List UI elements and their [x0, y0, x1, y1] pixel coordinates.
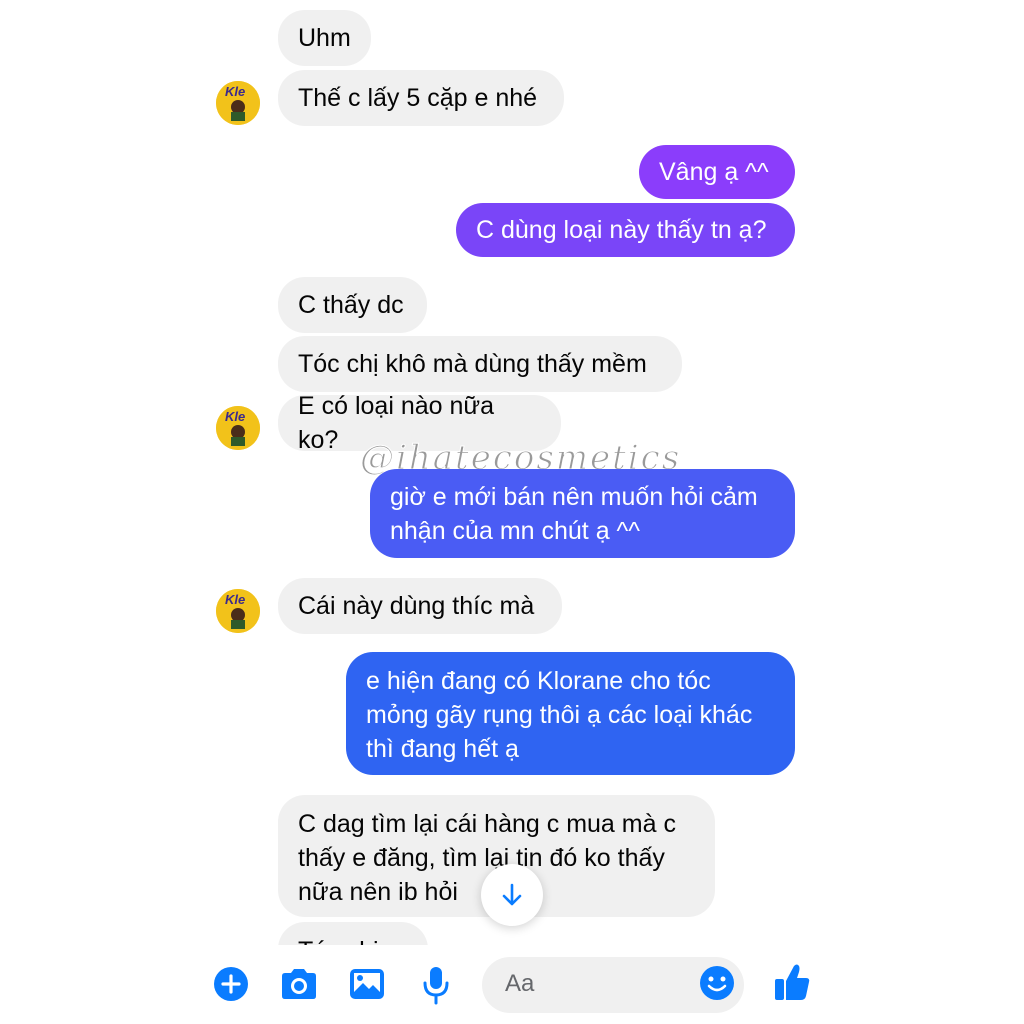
message-input-placeholder: Aa: [505, 970, 535, 997]
svg-text:Kle: Kle: [225, 592, 245, 607]
contact-avatar[interactable]: Kle: [216, 406, 260, 450]
message-composer: Aa: [190, 945, 830, 1024]
message-bubble-incoming[interactable]: Tóc chị khô mà dùng thấy mềm: [278, 336, 682, 392]
contact-avatar[interactable]: Kle: [216, 589, 260, 633]
message-bubble-outgoing[interactable]: giờ e mới bán nên muốn hỏi cảm nhận của …: [370, 469, 795, 558]
svg-text:Kle: Kle: [225, 84, 245, 99]
plus-icon[interactable]: [213, 966, 249, 1002]
conversation: Uhm Thế c lấy 5 cặp e nhé Kle Vâng ạ ^^ …: [0, 0, 1024, 945]
message-bubble-incoming[interactable]: Uhm: [278, 10, 371, 66]
camera-icon[interactable]: [279, 967, 319, 1001]
arrow-down-icon: [502, 883, 522, 906]
avatar-image: Kle: [216, 406, 260, 450]
svg-text:Kle: Kle: [225, 409, 245, 424]
message-bubble-outgoing[interactable]: e hiện đang có Klorane cho tóc mỏng gãy …: [346, 652, 795, 775]
image-icon[interactable]: [349, 966, 385, 1002]
avatar-image: Kle: [216, 81, 260, 125]
microphone-icon[interactable]: [421, 965, 451, 1005]
emoji-icon[interactable]: [699, 965, 735, 1001]
message-bubble-incoming[interactable]: Cái này dùng thíc mà: [278, 578, 562, 634]
message-bubble-outgoing[interactable]: Vâng ạ ^^: [639, 145, 795, 199]
message-bubble-incoming[interactable]: Thế c lấy 5 cặp e nhé: [278, 70, 564, 126]
thumbs-up-icon[interactable]: [773, 962, 811, 1002]
avatar-image: Kle: [216, 589, 260, 633]
message-bubble-incoming[interactable]: C thấy dc: [278, 277, 427, 333]
scroll-to-bottom-button[interactable]: [481, 864, 543, 926]
contact-avatar[interactable]: Kle: [216, 81, 260, 125]
message-bubble-outgoing[interactable]: C dùng loại này thấy tn ạ?: [456, 203, 795, 257]
message-bubble-incoming[interactable]: Tóc chị...: [278, 922, 428, 945]
